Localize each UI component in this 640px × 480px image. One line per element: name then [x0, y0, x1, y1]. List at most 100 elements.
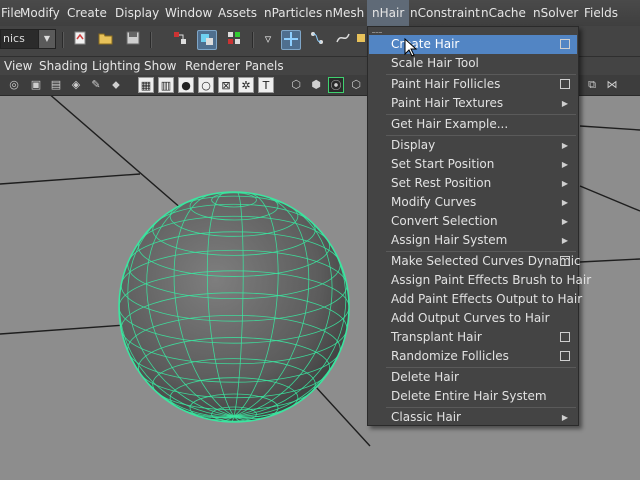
menu-item-label: Paint Hair Textures	[391, 96, 504, 110]
snap-grid-icon[interactable]	[281, 30, 301, 50]
wireframe-icon[interactable]: ▦	[138, 77, 154, 93]
select-hierarchy-icon[interactable]	[170, 30, 190, 50]
menu-item-convert-selection[interactable]: Convert Selection ▶	[369, 212, 577, 231]
menu-item-scale-hair-tool[interactable]: Scale Hair Tool	[369, 54, 577, 73]
menu-item-label: Add Paint Effects Output to Hair	[391, 292, 583, 306]
panel-menu-view[interactable]: View	[4, 57, 32, 75]
menu-item-add-paint-effects-output-to-hair[interactable]: Add Paint Effects Output to Hair	[369, 290, 582, 309]
filter-dropdown-icon[interactable]: ▿	[258, 30, 278, 50]
menu-item-assign-paint-effects-brush-to-hair[interactable]: Assign Paint Effects Brush to Hair	[369, 271, 591, 290]
xray-joints-icon[interactable]: ⦿	[328, 77, 344, 93]
menu-item-make-selected-curves-dynamic[interactable]: Make Selected Curves Dynamic	[369, 252, 581, 271]
menu-set-value: nics	[3, 32, 25, 45]
submenu-arrow-icon: ▶	[561, 141, 568, 150]
lights-icon[interactable]: ✲	[238, 77, 254, 93]
default-material-icon[interactable]: ●	[178, 77, 194, 93]
menu-item-display[interactable]: Display ▶	[369, 136, 577, 155]
menu-modify[interactable]: Modify	[15, 0, 65, 26]
shadows-icon[interactable]: T	[258, 77, 274, 93]
option-box-icon[interactable]	[560, 39, 570, 49]
menu-item-label: Delete Hair	[391, 370, 459, 384]
grease-pencil-icon[interactable]: ✎	[88, 77, 104, 93]
option-box-icon[interactable]	[560, 79, 570, 89]
isolate-select-icon[interactable]: ⬡	[288, 77, 304, 93]
open-scene-icon[interactable]	[96, 30, 116, 50]
menu-display[interactable]: Display	[110, 0, 164, 26]
camera-select-icon[interactable]: ◎	[6, 77, 22, 93]
menu-assets[interactable]: Assets	[213, 0, 262, 26]
menu-ncache[interactable]: nCache	[476, 0, 531, 26]
menu-nhair[interactable]: nHair	[367, 0, 410, 26]
nhair-dropdown-menu: Create Hair Scale Hair Tool Paint Hair Fol…	[367, 26, 591, 427]
bookmark-icon[interactable]: ▤	[48, 77, 64, 93]
chevron-down-icon: ▼	[38, 30, 55, 48]
submenu-arrow-icon: ▶	[561, 236, 568, 245]
menu-item-transplant-hair[interactable]: Transplant Hair	[369, 328, 577, 347]
menu-nmesh[interactable]: nMesh	[320, 0, 369, 26]
smooth-shade-icon[interactable]: ▥	[158, 77, 174, 93]
save-scene-icon[interactable]	[123, 30, 143, 50]
menu-item-label: Modify Curves	[391, 195, 477, 209]
menu-item-add-output-curves-to-hair[interactable]: Add Output Curves to Hair	[369, 309, 577, 328]
submenu-arrow-icon: ▶	[561, 198, 568, 207]
submenu-arrow-icon: ▶	[561, 160, 568, 169]
submenu-arrow-icon: ▶	[561, 217, 568, 226]
xray-icon[interactable]: ⬥	[108, 77, 124, 93]
option-box-icon[interactable]	[560, 332, 570, 342]
resolution-gate-icon[interactable]: ⧉	[584, 77, 600, 93]
snap-surface-icon[interactable]	[356, 30, 366, 50]
menu-item-randomize-follicles[interactable]: Randomize Follicles	[369, 347, 577, 366]
share-icon[interactable]: ⋈	[604, 77, 620, 93]
select-component-icon[interactable]	[224, 30, 244, 50]
panel-menu-renderer[interactable]: Renderer	[185, 57, 240, 75]
menu-item-classic-hair[interactable]: Classic Hair ▶	[369, 408, 577, 427]
camera-attributes-icon[interactable]: ▣	[28, 77, 44, 93]
menu-item-delete-entire-hair-system[interactable]: Delete Entire Hair System	[369, 387, 577, 406]
toolbar-separator	[252, 32, 254, 48]
menu-item-create-hair[interactable]: Create Hair	[369, 35, 577, 54]
menu-set-dropdown[interactable]: nics ▼	[0, 29, 56, 49]
snap-curve-icon[interactable]	[307, 30, 327, 50]
menu-item-label: Scale Hair Tool	[391, 56, 479, 70]
select-object-icon[interactable]	[197, 30, 217, 50]
menu-item-assign-hair-system[interactable]: Assign Hair System ▶	[369, 231, 577, 250]
tear-off-handle[interactable]	[372, 32, 382, 33]
panel-menu-shading[interactable]: Shading	[39, 57, 88, 75]
submenu-arrow-icon: ▶	[561, 413, 568, 422]
menu-window[interactable]: Window	[160, 0, 217, 26]
panel-menu-lighting[interactable]: Lighting	[92, 57, 141, 75]
menu-item-label: Convert Selection	[391, 214, 498, 228]
menu-create[interactable]: Create	[62, 0, 112, 26]
menu-item-delete-hair[interactable]: Delete Hair	[369, 368, 577, 387]
menu-item-set-rest-position[interactable]: Set Rest Position ▶	[369, 174, 577, 193]
menu-item-modify-curves[interactable]: Modify Curves ▶	[369, 193, 577, 212]
menu-item-label: Delete Entire Hair System	[391, 389, 547, 403]
submenu-arrow-icon: ▶	[561, 179, 568, 188]
option-box-icon[interactable]	[560, 351, 570, 361]
menu-nparticles[interactable]: nParticles	[259, 0, 327, 26]
image-plane-icon[interactable]: ◈	[68, 77, 84, 93]
menu-item-get-hair-example[interactable]: Get Hair Example...	[369, 115, 577, 134]
snap-point-icon[interactable]	[333, 30, 353, 50]
menu-item-set-start-position[interactable]: Set Start Position ▶	[369, 155, 577, 174]
shaded-icon[interactable]: ○	[198, 77, 214, 93]
option-box-icon[interactable]	[560, 256, 570, 266]
panel-menu-show[interactable]: Show	[144, 57, 176, 75]
menu-item-paint-hair-textures[interactable]: Paint Hair Textures ▶	[369, 94, 577, 113]
menu-item-paint-hair-follicles[interactable]: Paint Hair Follicles	[369, 75, 577, 94]
xray-components-icon[interactable]: ⬡	[348, 77, 364, 93]
new-scene-icon[interactable]	[70, 30, 90, 50]
menu-item-label: Set Start Position	[391, 157, 495, 171]
panel-menu-panels[interactable]: Panels	[245, 57, 284, 75]
xray-shade-icon[interactable]: ⬢	[308, 77, 324, 93]
menu-nsolver[interactable]: nSolver	[528, 0, 583, 26]
toolbar-separator	[150, 32, 152, 48]
textured-icon[interactable]: ⊠	[218, 77, 234, 93]
menu-item-label: Set Rest Position	[391, 176, 492, 190]
main-menubar: File Modify Create Display Window Assets…	[0, 0, 640, 27]
menu-item-label: Get Hair Example...	[391, 117, 509, 131]
menu-item-label: Add Output Curves to Hair	[391, 311, 550, 325]
menu-item-label: Transplant Hair	[391, 330, 482, 344]
menu-fields[interactable]: Fields	[579, 0, 623, 26]
menu-nconstraint[interactable]: nConstraint	[405, 0, 485, 26]
